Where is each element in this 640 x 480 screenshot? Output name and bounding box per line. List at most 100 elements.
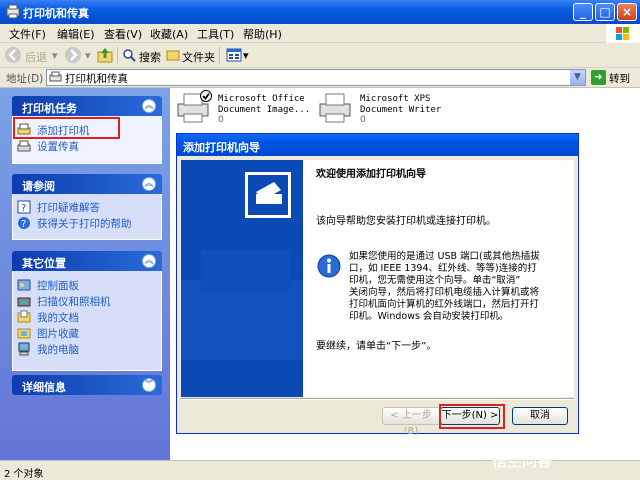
place-my-computer-label: 我的电脑 [37,344,79,356]
cancel-button[interactable]: 取消 [512,407,568,425]
place-my-pictures[interactable]: 图片收藏 [13,325,161,341]
collapse-chevron-icon[interactable]: ︽ [142,254,156,268]
address-dropdown-icon[interactable]: ▼ [570,70,585,85]
back-arrow-icon[interactable] [4,46,22,64]
back-button[interactable]: < 上一步(B) [382,407,440,437]
my-pictures-icon [17,326,31,340]
toolbar-separator [219,47,220,64]
collapse-chevron-icon[interactable]: ︽ [142,177,156,191]
wizard-intro-text: 该向导帮助您安装打印机或连接打印机。 [316,216,496,227]
add-printer-wizard-dialog: 添加打印机向导 欢迎使用添加打印机向导 该向导帮助您安装打印机或连接打印机。 如… [176,133,579,437]
wizard-info-line: 如果您使用的是通过 USB 端口(或其他热插拔 [349,251,540,262]
wizard-heading: 欢迎使用添加打印机向导 [316,169,426,180]
details-title: 详细信息 [22,381,66,394]
scanner-camera-icon [17,294,31,308]
other-places-body: 控制面板 扫描仪和照相机 我的文档 图片收藏 我的电脑 [12,271,162,371]
wizard-separator [181,398,574,400]
fax-icon [17,139,31,153]
place-my-documents[interactable]: 我的文档 [13,309,161,325]
svg-text:?: ? [21,219,26,230]
menu-edit[interactable]: 编辑(E) [57,26,95,42]
printer-icon [318,90,354,124]
menu-tools[interactable]: 工具(T) [197,26,234,42]
watermark: 悟空问答 [492,452,553,470]
other-places-header[interactable]: 其它位置 ︽ [12,251,162,271]
menu-file[interactable]: 文件(F) [9,26,46,42]
search-button[interactable]: 搜索 [139,49,161,65]
address-field[interactable]: 打印机和传真 ▼ [46,69,586,86]
printer-name-line2: Document Image... [218,105,311,115]
address-value: 打印机和传真 [65,73,128,85]
wizard-side-banner [181,160,303,397]
place-control-panel-label: 控制面板 [37,280,79,292]
link-printing-troubleshooter[interactable]: ? 打印疑难解答 [13,199,161,215]
my-computer-icon [17,342,31,356]
printer-name-line1: Microsoft XPS [360,94,431,104]
printer-name-line1: Microsoft Office [218,94,305,104]
svg-text:?: ? [21,203,26,214]
control-panel-icon [17,278,31,292]
wizard-info-line: 口，如 IEEE 1394、红外线、等等)连接的打 [349,263,537,274]
task-setup-fax-label: 设置传真 [37,141,79,153]
menu-favorites[interactable]: 收藏(A) [150,26,188,42]
place-scanners-cameras[interactable]: 扫描仪和照相机 [13,293,161,309]
see-also-body: ? 打印疑难解答 ? 获得关于打印的帮助 [12,194,162,240]
wizard-info-line: 关闭向导，然后将打印机电缆插入计算机或将 [349,287,540,298]
printer-item[interactable]: Microsoft Office Document Image... 0 [176,88,316,128]
folders-button[interactable]: 文件夹 [182,49,215,65]
help-icon: ? [17,216,31,230]
up-folder-icon[interactable] [97,47,113,63]
collapse-chevron-icon[interactable]: ︽ [142,99,156,113]
toolbar-separator [117,47,118,64]
printer-icon [176,90,212,124]
place-scanners-cameras-label: 扫描仪和照相机 [37,296,111,308]
other-places-title: 其它位置 [22,257,66,270]
toolbar: 后退 ▾ ▾ 搜索 文件夹 ▾ [0,43,640,68]
wizard-info-text: 如果您使用的是通过 USB 端口(或其他热插拔 口，如 IEEE 1394、红外… [349,251,571,323]
go-label: 转到 [609,73,630,85]
link-printing-help[interactable]: ? 获得关于打印的帮助 [13,215,161,231]
status-text: 2 个对象 [4,469,44,480]
forward-dropdown-icon[interactable]: ▾ [85,49,91,62]
see-also-header[interactable]: 请参阅 ︽ [12,174,162,194]
back-button[interactable]: 后退 [25,49,47,65]
info-icon [317,254,341,278]
expand-chevron-icon[interactable]: ︾ [142,378,156,392]
close-button[interactable]: × [617,3,637,21]
window-title: 打印机和传真 [23,7,89,20]
place-my-documents-label: 我的文档 [37,312,79,324]
wizard-title: 添加打印机向导 [183,141,260,154]
details-panel: 详细信息 ︾ [12,375,162,395]
back-dropdown-icon[interactable]: ▾ [52,49,58,62]
minimize-button[interactable]: _ [573,3,593,21]
forward-arrow-icon[interactable] [64,46,82,64]
place-my-computer[interactable]: 我的电脑 [13,341,161,357]
printer-doc-count: 0 [218,115,224,125]
place-control-panel[interactable]: 控制面板 [13,277,161,293]
task-pane: 打印机任务 ︽ 添加打印机 设置传真 请参阅 ︽ ? 打印疑难解答 ? 获得关于… [0,88,170,460]
printer-doc-count: 0 [360,115,366,125]
printer-tasks-header[interactable]: 打印机任务 ︽ [12,96,162,116]
place-my-pictures-label: 图片收藏 [37,328,79,340]
task-setup-fax[interactable]: 设置传真 [13,138,161,154]
menu-view[interactable]: 查看(V) [104,26,142,42]
printer-item[interactable]: Microsoft XPS Document Writer 0 [318,88,458,128]
link-printing-troubleshooter-label: 打印疑难解答 [37,202,100,214]
wizard-info-line: 印机，您无需使用这个向导。单击“取消” [349,275,521,286]
views-dropdown-icon[interactable]: ▾ [243,49,249,62]
search-icon[interactable] [122,48,136,62]
windows-logo-icon [606,24,640,43]
title-bar: 打印机和传真 _ □ × [0,0,640,24]
menu-help[interactable]: 帮助(H) [243,26,282,42]
folders-icon[interactable] [166,48,180,62]
views-icon[interactable] [226,48,242,62]
printer-folder-icon [49,71,62,84]
see-also-panel: 请参阅 ︽ ? 打印疑难解答 ? 获得关于打印的帮助 [12,174,162,240]
wizard-continue-text: 要继续，请单击“下一步”。 [316,341,437,352]
details-header[interactable]: 详细信息 ︾ [12,375,162,395]
other-places-panel: 其它位置 ︽ 控制面板 扫描仪和照相机 我的文档 图片收藏 我的电脑 [12,251,162,371]
maximize-button[interactable]: □ [595,3,615,21]
wizard-info-line: 印机。Windows 会自动安装打印机。 [349,311,509,322]
link-printing-help-label: 获得关于打印的帮助 [37,218,132,230]
go-button[interactable]: ➜ 转到 [591,69,637,86]
